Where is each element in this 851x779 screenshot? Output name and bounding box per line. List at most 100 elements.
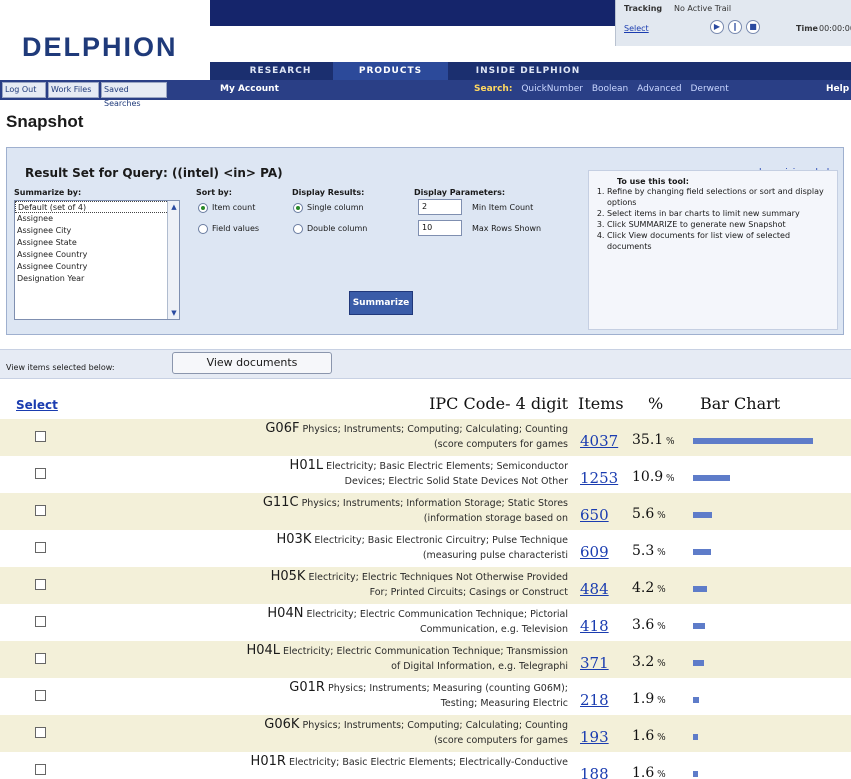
search-advanced-link[interactable]: Advanced (637, 84, 681, 94)
ipc-desc-line2: of Digital Information, e.g. Telegraphi (391, 661, 568, 672)
ipc-desc-line2: Communication, e.g. Television (419, 624, 568, 635)
bar[interactable] (693, 734, 698, 740)
ipc-desc-line1: Electricity; Electric Techniques Not Oth… (308, 572, 568, 583)
percent-number: 5.3 (632, 543, 655, 559)
tracking-select-link[interactable]: Select (624, 24, 649, 33)
ipc-description: G01R Physics; Instruments; Measuring (co… (60, 680, 568, 711)
sort-by-label: Sort by: (196, 188, 232, 197)
row-checkbox[interactable] (35, 727, 46, 738)
scroll-up-icon[interactable]: ▲ (168, 201, 179, 213)
row-checkbox[interactable] (35, 653, 46, 664)
ipc-desc-line1: Physics; Instruments; Information Storag… (301, 498, 568, 509)
item-count-link[interactable]: 650 (580, 506, 609, 524)
search-boolean-link[interactable]: Boolean (592, 84, 628, 94)
row-checkbox[interactable] (35, 542, 46, 553)
select-column-link[interactable]: Select (16, 398, 58, 412)
item-count-link[interactable]: 188 (580, 765, 609, 779)
page-title: Snapshot (6, 112, 84, 131)
bar[interactable] (693, 623, 705, 629)
table-row: G01R Physics; Instruments; Measuring (co… (0, 678, 851, 715)
list-item[interactable]: Assignee (15, 213, 179, 225)
bar[interactable] (693, 438, 813, 444)
sort-item-count-radio[interactable] (198, 203, 208, 213)
tab-products[interactable]: PRODUCTS (333, 62, 448, 80)
bar[interactable] (693, 697, 699, 703)
bar[interactable] (693, 549, 711, 555)
item-count-link[interactable]: 4037 (580, 432, 618, 450)
scroll-down-icon[interactable]: ▼ (168, 307, 179, 319)
tab-inside-delphion[interactable]: INSIDE DELPHION (448, 62, 608, 80)
percent-sign: % (654, 659, 666, 669)
table-row: H04L Electricity; Electric Communication… (0, 641, 851, 678)
results-table: G06F Physics; Instruments; Computing; Ca… (0, 419, 851, 779)
bar[interactable] (693, 771, 698, 777)
sort-field-values-radio[interactable] (198, 224, 208, 234)
items-column-header: Items (578, 394, 624, 413)
item-count-link[interactable]: 609 (580, 543, 609, 561)
bar[interactable] (693, 660, 704, 666)
time-value: 00:00:00 (819, 24, 851, 33)
help-link[interactable]: Help (826, 84, 849, 94)
bar[interactable] (693, 475, 730, 481)
tracking-value: No Active Trail (674, 4, 732, 13)
time-label: Time (796, 24, 818, 33)
percent-value: 10.9 % (632, 469, 675, 485)
query-title: Result Set for Query: ((intel) <in> PA) (25, 166, 283, 180)
search-quicknumber-link[interactable]: QuickNumber (521, 84, 583, 94)
search-derwent-link[interactable]: Derwent (690, 84, 728, 94)
percent-number: 35.1 (632, 432, 664, 448)
row-checkbox[interactable] (35, 579, 46, 590)
percent-number: 3.6 (632, 617, 655, 633)
logout-button[interactable]: Log Out (2, 82, 46, 98)
ipc-desc-line1: Electricity; Basic Electric Elements; El… (288, 757, 568, 768)
min-item-count-input[interactable]: 2 (418, 199, 462, 215)
stop-icon[interactable]: ■ (746, 20, 760, 34)
list-item[interactable]: Designation Year (15, 273, 179, 285)
bar[interactable] (693, 586, 707, 592)
item-count-link[interactable]: 484 (580, 580, 609, 598)
bar-chart-column-header: Bar Chart (700, 394, 781, 413)
row-checkbox[interactable] (35, 468, 46, 479)
item-count-link[interactable]: 418 (580, 617, 609, 635)
play-icon[interactable]: ▶ (710, 20, 724, 34)
list-item[interactable]: Assignee City (15, 225, 179, 237)
percent-sign: % (654, 770, 666, 779)
percent-value: 5.3 % (632, 543, 666, 559)
list-item[interactable]: Assignee Country (15, 249, 179, 261)
row-checkbox[interactable] (35, 764, 46, 775)
item-count-link[interactable]: 193 (580, 728, 609, 746)
row-checkbox[interactable] (35, 505, 46, 516)
ipc-description: H04N Electricity; Electric Communication… (60, 606, 568, 637)
single-column-label: Single column (307, 203, 364, 212)
row-checkbox[interactable] (35, 431, 46, 442)
my-account-link[interactable]: My Account (220, 84, 279, 94)
percent-number: 5.6 (632, 506, 655, 522)
double-column-radio[interactable] (293, 224, 303, 234)
percent-number: 1.9 (632, 691, 655, 707)
summarize-button[interactable]: Summarize (349, 291, 413, 315)
percent-value: 3.6 % (632, 617, 666, 633)
tab-research[interactable]: RESEARCH (228, 62, 333, 80)
ipc-description: H01L Electricity; Basic Electric Element… (60, 458, 568, 489)
ipc-desc-line2: Testing; Measuring Electric (440, 698, 568, 709)
row-checkbox[interactable] (35, 616, 46, 627)
ipc-code: H03K (276, 532, 312, 547)
item-count-link[interactable]: 1253 (580, 469, 618, 487)
view-documents-button[interactable]: View documents (172, 352, 332, 374)
summarize-by-listbox[interactable]: Default (set of 4) Assignee Assignee Cit… (14, 200, 180, 320)
bar[interactable] (693, 512, 712, 518)
listbox-scrollbar[interactable]: ▲ ▼ (167, 201, 179, 319)
table-row: H03K Electricity; Basic Electronic Circu… (0, 530, 851, 567)
delphion-logo[interactable]: DELPHION (22, 32, 178, 63)
work-files-button[interactable]: Work Files (48, 82, 99, 98)
list-item[interactable]: Assignee Country (15, 261, 179, 273)
row-checkbox[interactable] (35, 690, 46, 701)
list-item[interactable]: Default (set of 4) (15, 201, 179, 213)
pause-icon[interactable]: ∥ (728, 20, 742, 34)
max-rows-input[interactable]: 10 (418, 220, 462, 236)
item-count-link[interactable]: 218 (580, 691, 609, 709)
single-column-radio[interactable] (293, 203, 303, 213)
list-item[interactable]: Assignee State (15, 237, 179, 249)
saved-searches-button[interactable]: Saved Searches (101, 82, 167, 108)
item-count-link[interactable]: 371 (580, 654, 609, 672)
